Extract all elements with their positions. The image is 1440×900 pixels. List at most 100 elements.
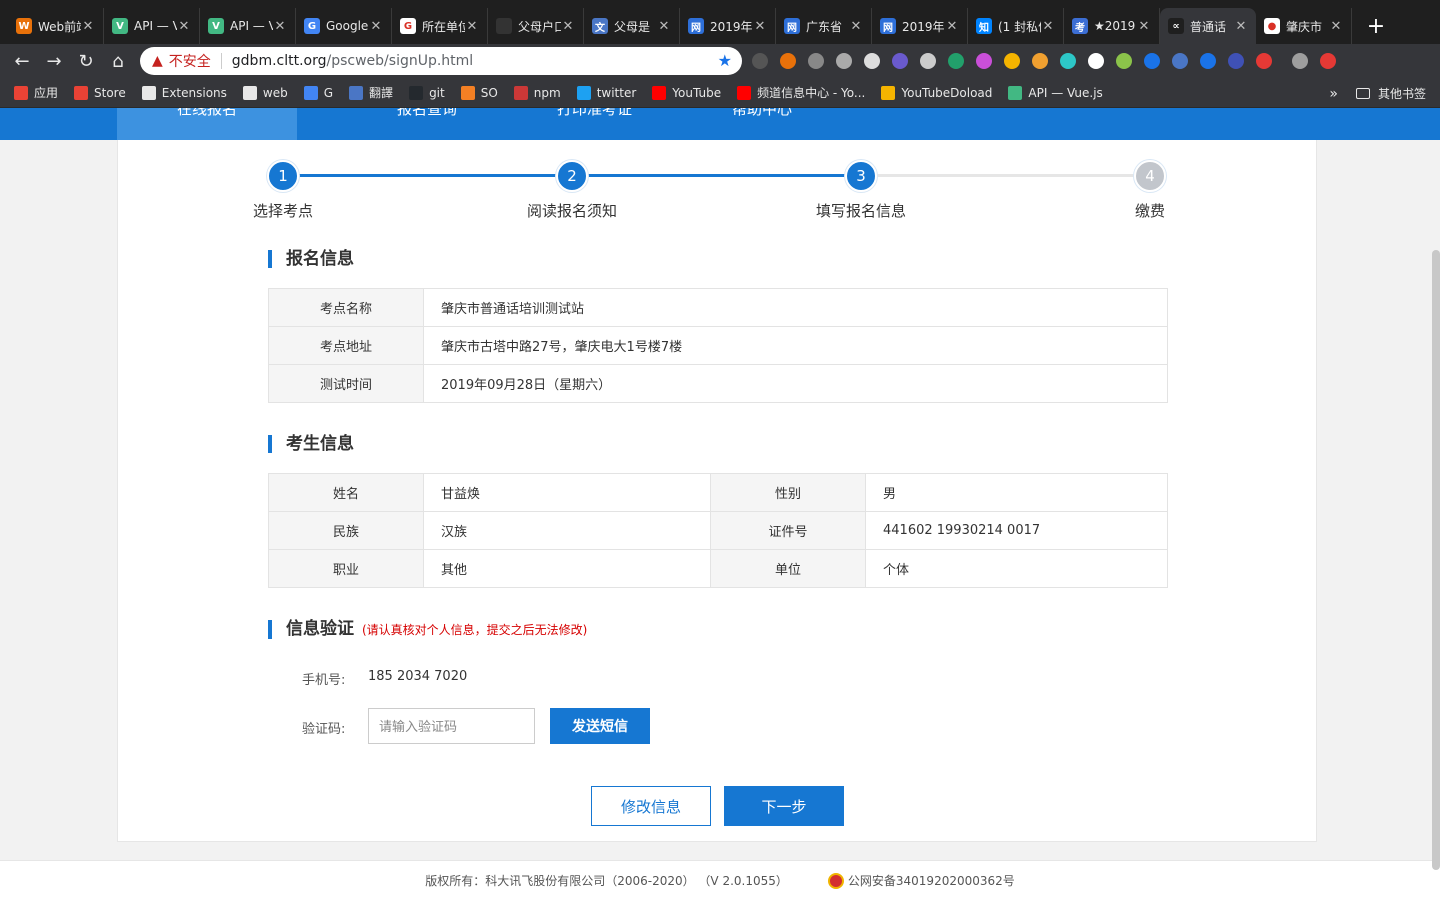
security-indicator[interactable]: 不安全 <box>169 51 211 71</box>
bookmark-label: twitter <box>596 85 637 100</box>
bookmark-item[interactable]: SO <box>460 85 498 100</box>
bookmark-item[interactable]: G <box>303 85 333 100</box>
extension-icon[interactable] <box>976 53 992 69</box>
browser-tab[interactable]: W Web前端✕ <box>8 8 104 44</box>
extension-icon[interactable] <box>1088 53 1104 69</box>
field-value: 2019年09月28日（星期六） <box>423 364 1168 403</box>
bookmark-item[interactable]: twitter <box>576 85 637 100</box>
page-scrollbar[interactable] <box>1432 250 1440 870</box>
browser-tab[interactable]: ∝ 普通话 ✕ <box>1160 8 1256 44</box>
omnibox-divider <box>220 53 222 69</box>
site-nav-label: 在线报名 <box>176 108 237 118</box>
bookmark-item[interactable]: API — Vue.js <box>1008 85 1103 100</box>
address-bar[interactable]: ▲ 不安全 gdbm.cltt.org/pscweb/signUp.html ★ <box>140 47 742 75</box>
bookmark-star-icon[interactable]: ★ <box>718 51 732 70</box>
extension-icon[interactable] <box>920 53 936 69</box>
bookmark-item[interactable]: web <box>242 85 288 100</box>
signup-info-table: 考点名称 肇庆市普通话培训测试站 考点地址 肇庆市古塔中路27号，肇庆电大1号楼7楼测… <box>268 288 1168 403</box>
extension-icon[interactable] <box>1172 53 1188 69</box>
extension-icon[interactable] <box>1228 53 1244 69</box>
browser-tab[interactable]: 文父母是 ✕ <box>584 8 680 44</box>
browser-tab[interactable]: G 所在单位✕ <box>392 8 488 44</box>
tab-close-icon[interactable]: ✕ <box>369 19 383 34</box>
extension-icon[interactable] <box>864 53 880 69</box>
tab-close-icon[interactable]: ✕ <box>177 19 191 34</box>
extension-icon[interactable] <box>836 53 852 69</box>
tab-close-icon[interactable]: ✕ <box>657 19 671 34</box>
bookmark-label: SO <box>480 85 498 100</box>
bookmarks-overflow-button[interactable]: » <box>1329 86 1338 102</box>
forward-button[interactable]: → <box>38 46 70 76</box>
browser-tab[interactable]: 知 (1 封私信)✕ <box>968 8 1064 44</box>
section-title-text: 信息验证 <box>286 619 354 639</box>
field-value: 肇庆市普通话培训测试站 <box>423 288 1168 327</box>
extension-icon[interactable] <box>892 53 908 69</box>
browser-tab[interactable]: 网 2019年 ✕ <box>872 8 968 44</box>
extension-icon[interactable] <box>1060 53 1076 69</box>
bookmark-item[interactable]: YouTube <box>652 85 721 100</box>
tab-close-icon[interactable]: ✕ <box>1137 19 1151 34</box>
bookmark-item[interactable]: 频道信息中心 - Yo... <box>737 84 865 101</box>
tab-close-icon[interactable]: ✕ <box>81 19 95 34</box>
home-button[interactable]: ⌂ <box>102 46 134 76</box>
extension-icon[interactable] <box>780 53 796 69</box>
police-record-link[interactable]: 公网安备34019202000362号 <box>848 872 1015 889</box>
tab-close-icon[interactable]: ✕ <box>849 19 863 34</box>
browser-tab[interactable]: ● 肇庆市 ✕ <box>1256 8 1352 44</box>
github-icon <box>409 85 424 100</box>
tab-close-icon[interactable]: ✕ <box>1234 19 1248 34</box>
tab-close-icon[interactable]: ✕ <box>273 19 287 34</box>
tab-close-icon[interactable]: ✕ <box>561 19 575 34</box>
extension-icon[interactable] <box>808 53 824 69</box>
back-button[interactable]: ← <box>6 46 38 76</box>
tab-close-icon[interactable]: ✕ <box>753 19 767 34</box>
browser-tab[interactable]: G Google ✕ <box>296 8 392 44</box>
site-nav-item[interactable]: 打印准考证 <box>517 108 632 140</box>
tab-close-icon[interactable]: ✕ <box>1041 19 1055 34</box>
field-label: 姓名 <box>268 473 424 512</box>
youtube-icon <box>652 85 667 100</box>
other-bookmarks-folder[interactable]: 其他书签 <box>1378 85 1426 102</box>
bookmark-item[interactable]: Store <box>74 85 126 100</box>
extension-icon[interactable] <box>1200 53 1216 69</box>
site-nav-item[interactable]: 报名查询 <box>357 108 457 140</box>
browser-tab[interactable]: 考 ★2019 ✕ <box>1064 8 1160 44</box>
extension-icon[interactable] <box>1032 53 1048 69</box>
bookmark-label: Store <box>94 85 126 100</box>
modify-info-button[interactable]: 修改信息 <box>591 786 711 826</box>
bookmark-item[interactable]: 应用 <box>14 84 58 101</box>
field-label: 民族 <box>268 511 424 550</box>
tab-close-icon[interactable]: ✕ <box>465 19 479 34</box>
bookmark-item[interactable]: Extensions <box>141 85 227 100</box>
extension-icon[interactable] <box>1116 53 1132 69</box>
table-row: 姓名 甘益焕 性别男 <box>268 473 1168 512</box>
extension-icon[interactable] <box>752 53 768 69</box>
tab-close-icon[interactable]: ✕ <box>1329 19 1343 34</box>
extension-icon[interactable] <box>1144 53 1160 69</box>
site-nav-item[interactable]: 在线报名 <box>117 108 297 140</box>
browser-tab[interactable]: 父母户口✕ <box>488 8 584 44</box>
twitter-icon <box>576 85 591 100</box>
browser-tab[interactable]: V API — Vue✕ <box>104 8 200 44</box>
browser-tab[interactable]: V API — Vue✕ <box>200 8 296 44</box>
extension-icon[interactable] <box>948 53 964 69</box>
reload-button[interactable]: ↻ <box>70 46 102 76</box>
send-sms-button[interactable]: 发送短信 <box>550 708 650 744</box>
bookmark-item[interactable]: git <box>409 85 445 100</box>
extension-icon[interactable] <box>1256 53 1272 69</box>
tab-close-icon[interactable]: ✕ <box>945 19 959 34</box>
site-nav-item[interactable]: 帮助中心 <box>692 108 792 140</box>
update-icon[interactable] <box>1320 53 1336 69</box>
extension-icon[interactable] <box>1004 53 1020 69</box>
new-tab-button[interactable]: + <box>1358 8 1394 44</box>
profile-avatar[interactable] <box>1292 53 1308 69</box>
verification-code-input[interactable] <box>368 708 535 744</box>
browser-tab[interactable]: 网 2019年 ✕ <box>680 8 776 44</box>
site-nav-label: 报名查询 <box>397 108 458 118</box>
verification-warning: (请认真核对个人信息，提交之后无法修改) <box>362 623 588 637</box>
browser-tab[interactable]: 网广东省 ✕ <box>776 8 872 44</box>
bookmark-item[interactable]: npm <box>513 85 561 100</box>
bookmark-item[interactable]: 翻譯 <box>349 84 393 101</box>
next-step-button[interactable]: 下一步 <box>724 786 844 826</box>
bookmark-item[interactable]: YouTubeDoload <box>881 85 992 100</box>
